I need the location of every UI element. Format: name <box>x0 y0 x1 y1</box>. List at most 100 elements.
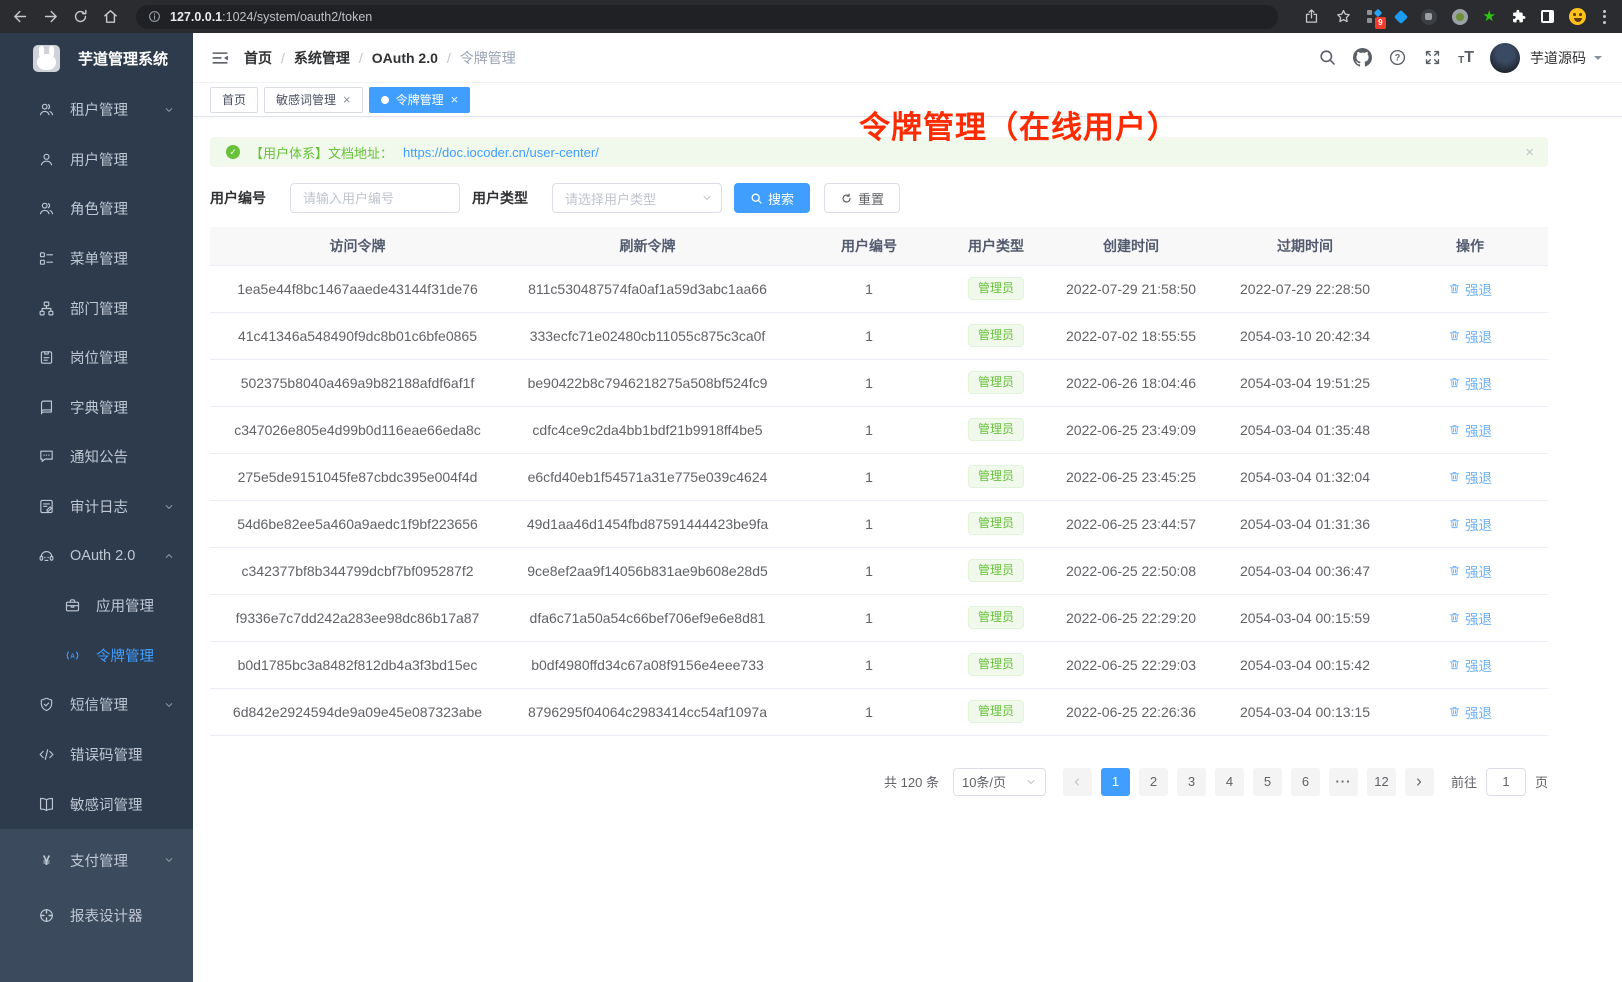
search-icon[interactable] <box>1318 48 1337 67</box>
avatar[interactable] <box>1490 43 1520 73</box>
sidebar-item-oauth2-app[interactable]: 应用管理 <box>0 581 193 631</box>
page-button-4[interactable]: 4 <box>1215 768 1244 796</box>
search-button[interactable]: 搜索 <box>734 183 810 213</box>
goto-suffix: 页 <box>1535 772 1548 791</box>
forward-icon[interactable] <box>42 8 59 25</box>
more-pages-button[interactable]: ··· <box>1329 768 1358 796</box>
share-icon[interactable] <box>1303 8 1320 25</box>
force-logout-button[interactable]: 强退 <box>1448 561 1492 581</box>
force-logout-button[interactable]: 强退 <box>1448 326 1492 346</box>
star-extension-icon[interactable]: ★ <box>1483 9 1496 24</box>
alert-doc-link[interactable]: https://doc.iocoder.cn/user-center/ <box>403 145 599 160</box>
sidebar-item-label: 字典管理 <box>70 397 128 418</box>
github-icon[interactable] <box>1353 48 1372 67</box>
gem-extension-icon[interactable] <box>1393 9 1407 23</box>
created-time-cell: 2022-06-25 22:29:20 <box>1044 594 1218 641</box>
app-logo[interactable]: 芋道管理系统 <box>0 33 193 83</box>
refresh-icon <box>840 192 853 205</box>
sidebar-item-post[interactable]: 岗位管理 <box>0 333 193 383</box>
sidebar-item-dept[interactable]: 部门管理 <box>0 283 193 333</box>
sidebar-item-user[interactable]: 用户管理 <box>0 135 193 185</box>
user-id-input[interactable] <box>290 183 460 213</box>
record-extension-icon[interactable] <box>1452 9 1468 25</box>
sidebar-item-sms[interactable]: 短信管理 <box>0 680 193 730</box>
fullscreen-icon[interactable] <box>1423 48 1442 67</box>
split-view-icon[interactable] <box>1541 10 1554 23</box>
browser-menu-icon[interactable] <box>1601 8 1608 26</box>
sidebar-toggle-icon[interactable] <box>210 48 230 68</box>
sidebar-item-audit-log[interactable]: 审计日志 <box>0 482 193 532</box>
emoji-profile-icon[interactable] <box>1569 8 1586 25</box>
reset-button[interactable]: 重置 <box>824 183 900 213</box>
sidebar-item-oauth2-token[interactable]: A令牌管理 <box>0 631 193 681</box>
search-icon <box>750 192 763 205</box>
page-button-3[interactable]: 3 <box>1177 768 1206 796</box>
force-logout-button[interactable]: 强退 <box>1448 655 1492 675</box>
puzzle-extensions-icon[interactable] <box>1511 9 1526 24</box>
goto-page-input[interactable] <box>1486 768 1526 796</box>
info-icon[interactable] <box>148 10 161 23</box>
sidebar-item-notice[interactable]: 通知公告 <box>0 432 193 482</box>
close-icon[interactable]: × <box>343 93 351 106</box>
next-page-button[interactable] <box>1405 768 1434 796</box>
sidebar-item-label: 部门管理 <box>70 298 128 319</box>
pay-yen-icon: ¥ <box>38 852 55 869</box>
sidebar-item-sensitive-word[interactable]: 敏感词管理 <box>0 779 193 829</box>
tab-sensitive-word[interactable]: 敏感词管理× <box>264 87 363 113</box>
user-type-select[interactable]: 请选择用户类型 <box>552 183 722 213</box>
column-header-user-type: 用户类型 <box>948 227 1044 265</box>
force-logout-button[interactable]: 强退 <box>1448 373 1492 393</box>
force-logout-label: 强退 <box>1465 420 1492 440</box>
navbar: 首页/系统管理/OAuth 2.0/令牌管理 ? TT 芋道源码 <box>193 33 1622 83</box>
sidebar-item-menu[interactable]: 菜单管理 <box>0 234 193 284</box>
close-icon[interactable]: × <box>451 93 459 106</box>
bookmark-star-icon[interactable] <box>1335 8 1352 25</box>
breadcrumb-item[interactable]: 首页 <box>244 48 272 68</box>
home-icon[interactable] <box>102 8 119 25</box>
tab-token[interactable]: 令牌管理× <box>369 87 471 113</box>
page-button-5[interactable]: 5 <box>1253 768 1282 796</box>
sidebar-item-error-code[interactable]: 错误码管理 <box>0 730 193 780</box>
force-logout-button[interactable]: 强退 <box>1448 279 1492 299</box>
token-table: 访问令牌刷新令牌用户编号用户类型创建时间过期时间操作 1ea5e44f8bc14… <box>210 227 1548 736</box>
sidebar-item-report[interactable]: 报表设计器 <box>0 888 193 943</box>
sidebar-item-label: 审计日志 <box>70 496 128 517</box>
page-button-1[interactable]: 1 <box>1101 768 1130 796</box>
chevron-down-icon[interactable] <box>1594 56 1602 64</box>
page-size-select[interactable]: 10条/页 <box>953 768 1046 796</box>
page-button-12[interactable]: 12 <box>1367 768 1396 796</box>
grid-extension-icon[interactable]: 9 <box>1367 10 1381 24</box>
sidebar-item-role[interactable]: 角色管理 <box>0 184 193 234</box>
sidebar-item-tenant[interactable]: 租户管理 <box>0 85 193 135</box>
command-extension-icon[interactable] <box>1421 9 1437 25</box>
breadcrumb-separator: / <box>359 50 363 66</box>
refresh-token-cell: 811c530487574fa0af1a59d3abc1aa66 <box>505 265 790 312</box>
table-row: c342377bf8b344799dcbf7bf095287f29ce8ef2a… <box>210 547 1548 594</box>
url-bar[interactable]: 127.0.0.1:1024/system/oauth2/token <box>136 5 1278 29</box>
force-logout-button[interactable]: 强退 <box>1448 702 1492 722</box>
reload-icon[interactable] <box>72 8 89 25</box>
chevron-down-icon <box>701 192 713 204</box>
alert-text: 【用户体系】文档地址： <box>250 143 393 162</box>
back-icon[interactable] <box>12 8 29 25</box>
help-icon[interactable]: ? <box>1388 48 1407 67</box>
trash-icon <box>1448 564 1461 577</box>
tab-home[interactable]: 首页 <box>210 87 258 113</box>
force-logout-button[interactable]: 强退 <box>1448 514 1492 534</box>
user-name[interactable]: 芋道源码 <box>1530 48 1586 68</box>
page-button-2[interactable]: 2 <box>1139 768 1168 796</box>
close-icon[interactable]: × <box>1525 145 1534 160</box>
force-logout-button[interactable]: 强退 <box>1448 608 1492 628</box>
force-logout-button[interactable]: 强退 <box>1448 420 1492 440</box>
active-tab-dot <box>381 96 389 104</box>
breadcrumb-item[interactable]: 系统管理 <box>294 48 350 68</box>
prev-page-button[interactable] <box>1063 768 1092 796</box>
pagination: 共 120 条 10条/页 123456···12 前往 页 <box>210 768 1548 796</box>
sidebar-item-dict[interactable]: 字典管理 <box>0 383 193 433</box>
sidebar-item-pay[interactable]: ¥支付管理 <box>0 833 193 888</box>
breadcrumb-item[interactable]: OAuth 2.0 <box>372 50 438 66</box>
page-button-6[interactable]: 6 <box>1291 768 1320 796</box>
text-size-icon[interactable]: TT <box>1458 50 1474 66</box>
sidebar-item-oauth2[interactable]: OAuth 2.0 <box>0 531 193 581</box>
force-logout-button[interactable]: 强退 <box>1448 467 1492 487</box>
